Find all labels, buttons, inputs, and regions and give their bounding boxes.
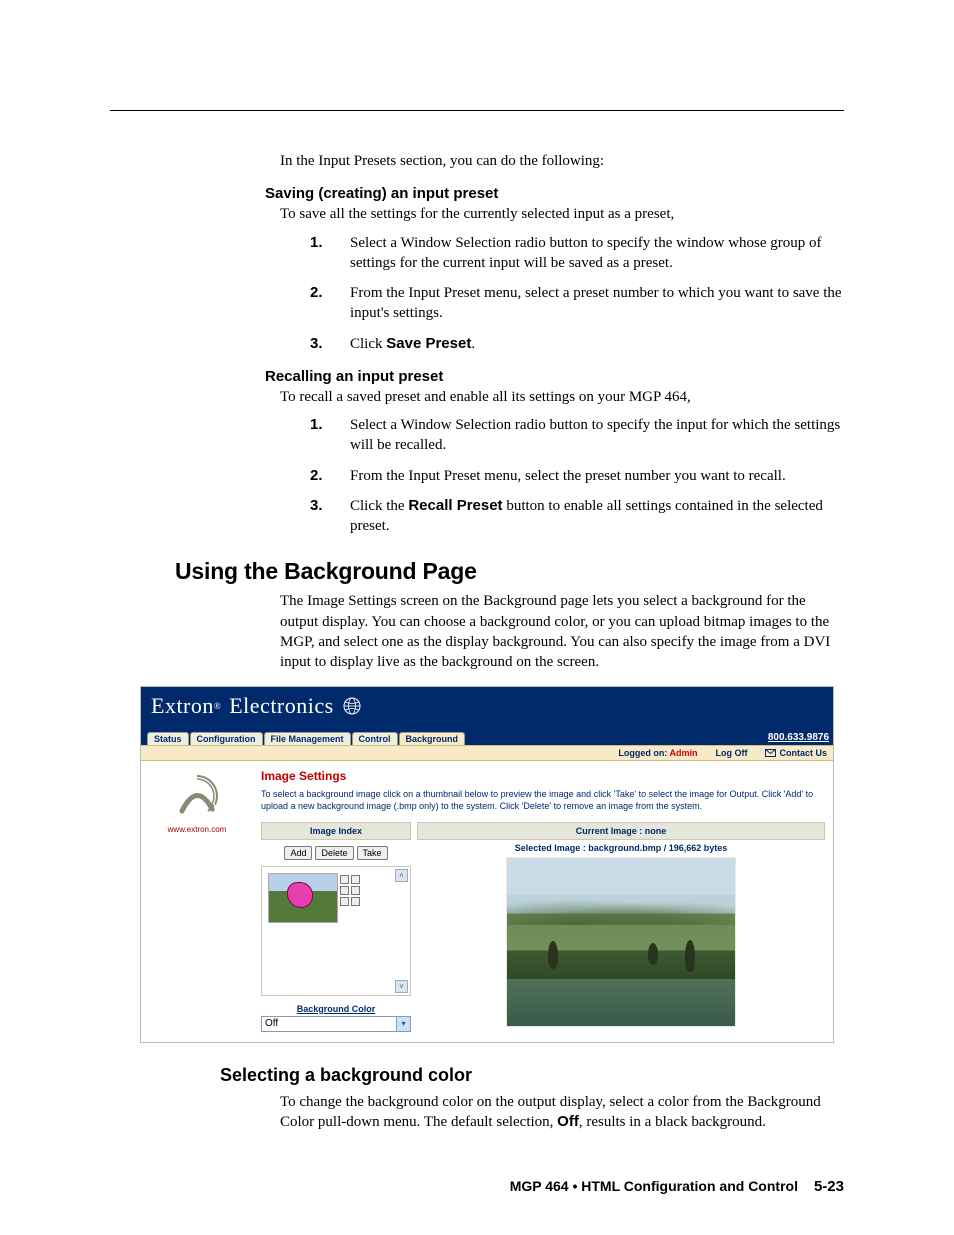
tab-bar: Status Configuration File Management Con… <box>141 728 466 745</box>
scroll-down-icon[interactable]: ˅ <box>395 980 408 993</box>
step-text: From the Input Preset menu, select the p… <box>350 466 844 486</box>
saving-steps: 1. Select a Window Selection radio butto… <box>310 233 844 354</box>
step-text: Select a Window Selection radio button t… <box>350 233 844 274</box>
support-logo-icon <box>172 771 222 821</box>
tab-control[interactable]: Control <box>352 732 398 745</box>
step-number: 1. <box>310 233 350 274</box>
sidebar: www.extron.com <box>141 761 253 1042</box>
site-link[interactable]: www.extron.com <box>145 825 249 834</box>
saving-lead: To save all the settings for the current… <box>280 204 844 224</box>
tab-configuration[interactable]: Configuration <box>190 732 263 745</box>
bgpage-heading: Using the Background Page <box>175 558 844 585</box>
step-number: 1. <box>310 415 350 456</box>
thumbnail-item[interactable] <box>268 873 338 923</box>
step-text: Select a Window Selection radio button t… <box>350 415 844 456</box>
step-text: Click the Recall Preset button to enable… <box>350 496 844 537</box>
current-image-header: Current Image : none <box>417 822 825 840</box>
recalling-heading: Recalling an input preset <box>265 368 844 385</box>
tab-background[interactable]: Background <box>399 732 466 745</box>
bgcolor-label: Background Color <box>261 1004 411 1014</box>
image-index-header: Image Index <box>261 822 411 840</box>
step-text: Click Save Preset. <box>350 334 844 354</box>
selectbg-heading: Selecting a background color <box>220 1065 844 1086</box>
rule-top <box>110 110 844 111</box>
step-number: 3. <box>310 334 350 354</box>
bgcolor-value: Off <box>265 1018 278 1029</box>
recalling-lead: To recall a saved preset and enable all … <box>280 387 844 407</box>
phone-number: 800.633.9876 <box>768 732 829 743</box>
bgpage-para: The Image Settings screen on the Backgro… <box>280 591 844 672</box>
delete-button[interactable]: Delete <box>315 846 353 860</box>
contact-link[interactable]: Contact Us <box>765 748 827 758</box>
saving-heading: Saving (creating) an input preset <box>265 185 844 202</box>
add-button[interactable]: Add <box>284 846 312 860</box>
tab-file-management[interactable]: File Management <box>264 732 351 745</box>
logged-on-label: Logged on: Admin <box>618 748 697 758</box>
chevron-down-icon: ▾ <box>396 1017 410 1031</box>
logoff-link[interactable]: Log Off <box>715 748 747 758</box>
image-settings-screenshot: Extron® Electronics Status Configuration… <box>140 686 834 1043</box>
intro-text: In the Input Presets section, you can do… <box>280 151 844 171</box>
step-number: 2. <box>310 466 350 486</box>
globe-icon <box>342 696 362 716</box>
thumbnail-list: ˄ ˅ <box>261 866 411 996</box>
sub-bar: Logged on: Admin Log Off Contact Us <box>141 745 833 761</box>
selectbg-para: To change the background color on the ou… <box>280 1092 844 1133</box>
mail-icon <box>765 749 776 757</box>
step-number: 3. <box>310 496 350 537</box>
brand-banner: Extron® Electronics <box>141 687 833 725</box>
image-settings-title: Image Settings <box>261 769 825 783</box>
recalling-steps: 1. Select a Window Selection radio butto… <box>310 415 844 536</box>
image-settings-desc: To select a background image click on a … <box>261 789 825 812</box>
selected-image-label: Selected Image : background.bmp / 196,66… <box>417 840 825 857</box>
preview-image <box>506 857 736 1027</box>
tab-status[interactable]: Status <box>147 732 189 745</box>
step-text: From the Input Preset menu, select a pre… <box>350 283 844 324</box>
step-number: 2. <box>310 283 350 324</box>
page-footer: MGP 464 • HTML Configuration and Control… <box>510 1178 844 1195</box>
take-button[interactable]: Take <box>357 846 388 860</box>
bgcolor-select[interactable]: Off ▾ <box>261 1016 411 1032</box>
